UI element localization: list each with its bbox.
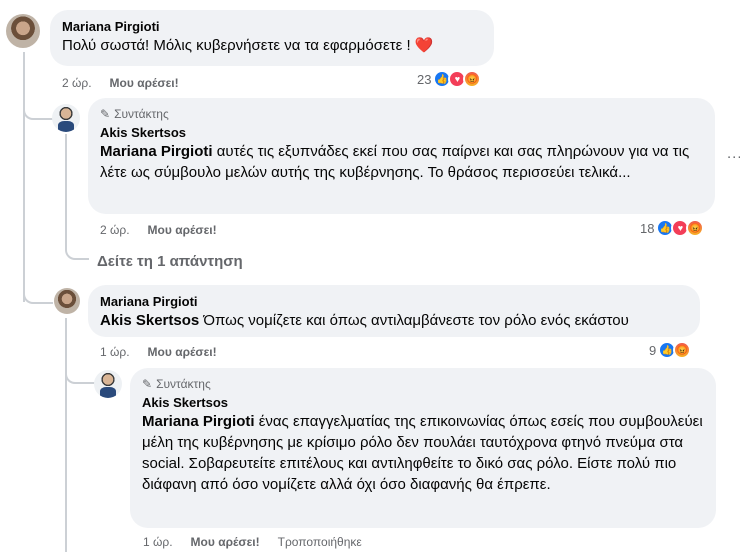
like-button[interactable]: Μου αρέσει! xyxy=(148,222,217,238)
mention-link[interactable]: Mariana Pirgioti xyxy=(142,413,255,430)
mention-link[interactable]: Mariana Pirgioti xyxy=(100,143,213,160)
avatar[interactable] xyxy=(52,104,80,132)
view-replies-link[interactable]: Δείτε τη 1 απάντηση xyxy=(97,253,243,270)
comment-time[interactable]: 2 ώρ. xyxy=(100,222,130,238)
author-badge: ✎ Συντάκτης xyxy=(100,107,169,121)
thread-line xyxy=(65,318,67,552)
avatar[interactable] xyxy=(6,14,40,48)
reaction-summary[interactable]: 23 👍 ♥ 😡 xyxy=(417,70,482,88)
reaction-count: 23 xyxy=(417,71,432,87)
comment-actions: 2 ώρ. Μου αρέσει! xyxy=(100,222,217,238)
thread-connector xyxy=(23,280,53,304)
comment-text: Πολύ σωστά! Μόλις κυβερνήσετε να τα εφαρ… xyxy=(62,37,434,54)
reaction-summary[interactable]: 18 👍 ♥ 😡 xyxy=(640,219,705,237)
comment-bubble: Mariana Pirgioti Πολύ σωστά! Μόλις κυβερ… xyxy=(50,10,494,66)
comment-author[interactable]: Akis Skertsos xyxy=(100,124,703,141)
comment-bubble: ✎ Συντάκτης Akis Skertsos Mariana Pirgiot… xyxy=(88,98,715,214)
comment-actions: 1 ώρ. Μου αρέσει! xyxy=(100,344,217,360)
comment-time[interactable]: 1 ώρ. xyxy=(100,344,130,360)
thread-line xyxy=(23,52,25,302)
edited-label: Τροποποιήθηκε xyxy=(277,535,362,549)
heart-emoji: ❤️ xyxy=(414,37,434,54)
comment-author[interactable]: Mariana Pirgioti xyxy=(100,293,688,310)
comment-text: Akis Skertsos Όπως νομίζετε και όπως αντ… xyxy=(100,312,629,329)
pen-icon: ✎ xyxy=(142,377,153,391)
author-badge: ✎ Συντάκτης xyxy=(142,377,211,391)
comment-actions: 2 ώρ. Μου αρέσει! xyxy=(62,75,179,91)
like-button[interactable]: Μου αρέσει! xyxy=(191,534,260,550)
reaction-count: 9 xyxy=(649,342,657,358)
like-button[interactable]: Μου αρέσει! xyxy=(110,75,179,91)
comment-time[interactable]: 2 ώρ. xyxy=(62,75,92,91)
reaction-summary[interactable]: 9 👍 😡 xyxy=(649,341,692,359)
comment-text: Mariana Pirgioti αυτές τις εξυπνάδες εκε… xyxy=(100,143,690,181)
comment-time[interactable]: 1 ώρ. xyxy=(143,534,173,550)
thread-connector xyxy=(23,98,53,120)
angry-icon: 😡 xyxy=(686,219,705,237)
angry-icon: 😡 xyxy=(673,341,692,359)
thread-line xyxy=(65,134,67,244)
more-options-icon[interactable]: ... xyxy=(727,145,740,162)
like-button[interactable]: Μου αρέσει! xyxy=(148,344,217,360)
comment-author[interactable]: Akis Skertsos xyxy=(142,394,704,411)
angry-icon: 😡 xyxy=(463,70,482,88)
thread-connector xyxy=(65,240,89,260)
comment-text: Mariana Pirgioti ένας επαγγελματίας της … xyxy=(142,413,703,493)
mention-link[interactable]: Akis Skertsos xyxy=(100,312,199,329)
avatar[interactable] xyxy=(54,288,80,314)
pen-icon: ✎ xyxy=(100,107,111,121)
avatar[interactable] xyxy=(94,370,122,398)
comment-bubble: Mariana Pirgioti Akis Skertsos Όπως νομί… xyxy=(88,285,700,337)
comment-actions: 1 ώρ. Μου αρέσει! Τροποποιήθηκε xyxy=(143,534,362,550)
reaction-count: 18 xyxy=(640,220,655,236)
thread-connector xyxy=(65,362,95,384)
comment-author[interactable]: Mariana Pirgioti xyxy=(62,18,482,35)
comment-bubble: ✎ Συντάκτης Akis Skertsos Mariana Pirgiot… xyxy=(130,368,716,528)
